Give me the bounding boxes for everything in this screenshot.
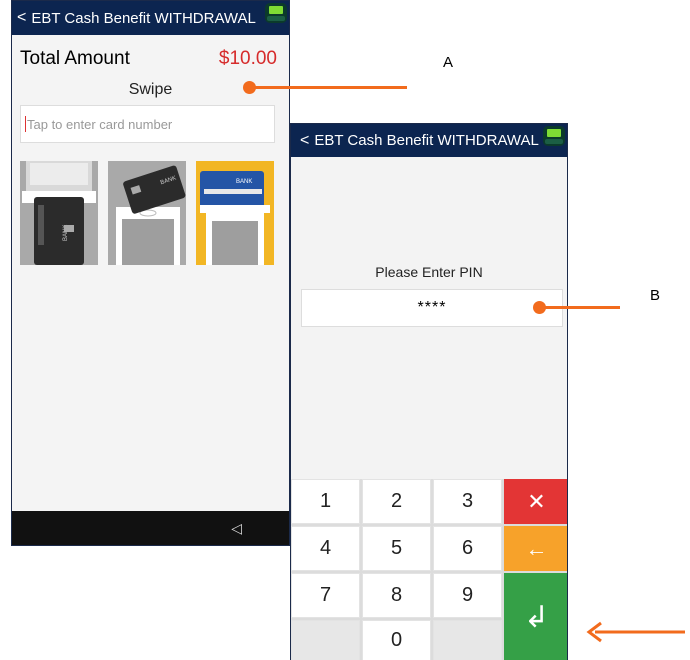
key-5[interactable]: 5 [362,526,431,571]
insert-card-icon[interactable]: BANK [196,161,274,265]
screen-title: EBT Cash Benefit WITHDRAWAL [31,9,256,27]
callout-label-b: B [650,287,661,304]
key-6[interactable]: 6 [433,526,502,571]
screen-title: EBT Cash Benefit WITHDRAWAL [314,132,539,149]
enter-button[interactable]: ↲ [504,573,567,660]
key-4[interactable]: 4 [291,526,360,571]
backspace-button[interactable]: ← [504,526,567,571]
key-7[interactable]: 7 [291,573,360,618]
callout-label-a: A [443,54,454,71]
callout-arrow-enter [586,621,685,643]
system-nav-bar: ◁ [12,511,289,545]
payment-methods: BANK BANK BANK [20,161,274,265]
key-3[interactable]: 3 [433,479,502,524]
back-icon[interactable]: < [300,132,309,150]
cancel-button[interactable]: ✕ [504,479,567,524]
pin-label: Please Enter PIN [375,264,483,280]
pin-entry-screen: < EBT Cash Benefit WITHDRAWAL Please Ent… [290,123,568,660]
total-row: Total Amount $10.00 [20,48,277,70]
callout-line-a [252,86,407,89]
key-8[interactable]: 8 [362,573,431,618]
swipe-card-icon[interactable]: BANK [20,161,98,265]
key-0[interactable]: 0 [362,620,431,660]
pin-input[interactable]: **** [301,289,563,327]
back-icon[interactable]: < [17,9,26,27]
total-amount: $10.00 [218,48,277,69]
key-2[interactable]: 2 [362,479,431,524]
blank-key-right [433,620,502,660]
key-1[interactable]: 1 [291,479,360,524]
pin-keypad: 1 2 3 ✕ 4 5 6 ← 7 8 9 ↲ 0 [291,479,567,660]
nav-back-icon[interactable]: ◁ [231,520,242,537]
key-9[interactable]: 9 [433,573,502,618]
terminal-icon [543,126,565,146]
svg-text:BANK: BANK [236,179,252,185]
card-number-placeholder: Tap to enter card number [27,116,173,132]
text-caret [25,116,26,132]
callout-line-b [542,306,620,309]
title-bar: < EBT Cash Benefit WITHDRAWAL [12,1,289,35]
card-number-input[interactable]: Tap to enter card number [20,105,275,143]
blank-key-left [291,620,360,660]
terminal-icon [265,3,287,23]
total-label: Total Amount [20,48,130,69]
tap-card-icon[interactable]: BANK [108,161,186,265]
title-bar: < EBT Cash Benefit WITHDRAWAL [291,124,567,157]
